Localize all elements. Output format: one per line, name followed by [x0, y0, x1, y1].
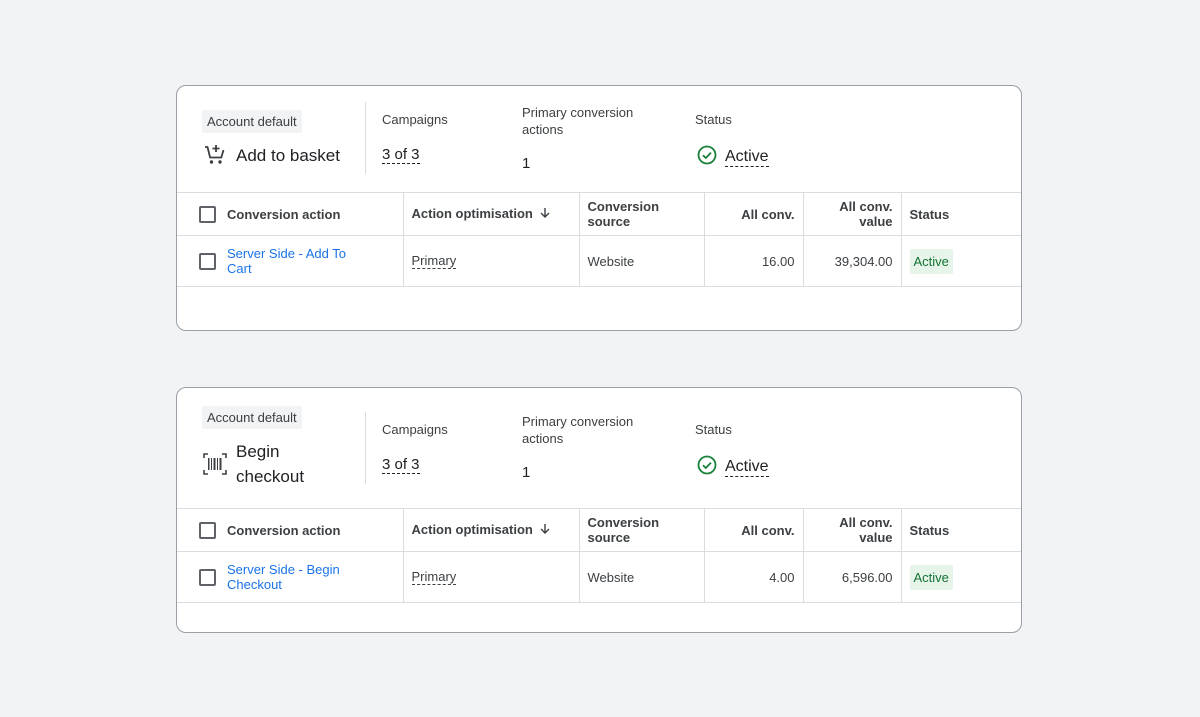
status-label: Status	[695, 112, 732, 127]
check-circle-icon	[697, 145, 717, 169]
check-circle-icon	[697, 455, 717, 479]
optimisation-value[interactable]: Primary	[411, 253, 457, 269]
status-value[interactable]: Active	[697, 455, 769, 479]
add-to-cart-icon	[202, 142, 228, 168]
barcode-scan-icon	[202, 451, 228, 477]
col-status[interactable]: Status	[901, 509, 1021, 552]
campaigns-value-link[interactable]: 3 of 3	[382, 146, 420, 164]
status-cell: Active	[901, 551, 1021, 603]
row-checkbox[interactable]	[199, 252, 216, 270]
col-action-optimisation[interactable]: Action optimisation	[403, 193, 580, 236]
row-select-cell	[177, 235, 219, 287]
col-label: Action optimisation	[411, 205, 533, 221]
table-row: Server Side - Add To Cart Primary Websit…	[177, 235, 1021, 287]
status-badge: Active	[909, 564, 953, 590]
sort-arrow-down-icon	[539, 207, 551, 222]
source-cell: Website	[579, 235, 705, 287]
col-all-conv-value[interactable]: All conv. value	[803, 509, 902, 552]
divider	[365, 102, 366, 174]
col-conversion-action[interactable]: Conversion action	[219, 193, 404, 236]
campaigns-label: Campaigns	[382, 112, 448, 127]
primary-actions-label: Primary conversion actions	[522, 105, 634, 137]
primary-actions-value: 1	[522, 464, 531, 481]
conversion-action-link[interactable]: Server Side - Begin Checkout	[227, 562, 347, 592]
account-default-chip: Account default	[202, 406, 302, 429]
campaigns-label: Campaigns	[382, 422, 448, 437]
conversion-goal-card-begin-checkout: Account default Begin checkout Campaigns…	[176, 387, 1022, 633]
status-text: Active	[725, 147, 769, 167]
status-value[interactable]: Active	[697, 145, 769, 169]
goal-title: Add to basket	[202, 142, 340, 168]
action-cell: Server Side - Begin Checkout	[219, 551, 404, 603]
source-cell: Website	[579, 551, 705, 603]
goal-title: Begin checkout	[202, 439, 316, 489]
primary-actions-label: Primary conversion actions	[522, 414, 634, 446]
goal-summary: Account default Begin checkout Campaigns…	[177, 388, 1021, 509]
col-all-conv[interactable]: All conv.	[704, 193, 804, 236]
optimisation-cell: Primary	[403, 551, 580, 603]
action-cell: Server Side - Add To Cart	[219, 235, 404, 287]
col-action-optimisation[interactable]: Action optimisation	[403, 509, 580, 552]
table-row: Server Side - Begin Checkout Primary Web…	[177, 551, 1021, 603]
optimisation-value[interactable]: Primary	[411, 569, 457, 585]
col-label: Action optimisation	[411, 521, 533, 537]
goal-summary: Account default Add to basket Campaigns …	[177, 86, 1021, 193]
conversion-goal-card-add-to-basket: Account default Add to basket Campaigns …	[176, 85, 1022, 331]
col-all-conv-value[interactable]: All conv. value	[803, 193, 902, 236]
optimisation-cell: Primary	[403, 235, 580, 287]
col-conversion-source[interactable]: Conversion source	[579, 193, 705, 236]
status-cell: Active	[901, 235, 1021, 287]
select-all-cell	[177, 193, 219, 236]
col-status[interactable]: Status	[901, 193, 1021, 236]
all-conv-cell: 16.00	[704, 235, 804, 287]
status-text: Active	[725, 457, 769, 477]
all-conv-value-cell: 6,596.00	[803, 551, 902, 603]
sort-arrow-down-icon	[539, 523, 551, 538]
conversion-actions-table: Conversion action Action optimisation Co…	[177, 193, 1021, 287]
row-checkbox[interactable]	[199, 568, 216, 586]
col-all-conv[interactable]: All conv.	[704, 509, 804, 552]
select-all-checkbox[interactable]	[199, 205, 216, 223]
conversion-actions-table: Conversion action Action optimisation Co…	[177, 509, 1021, 603]
table-header-row: Conversion action Action optimisation Co…	[177, 193, 1021, 236]
all-conv-value-cell: 39,304.00	[803, 235, 902, 287]
divider	[365, 412, 366, 484]
col-conversion-source[interactable]: Conversion source	[579, 509, 705, 552]
table-header-row: Conversion action Action optimisation Co…	[177, 509, 1021, 552]
row-select-cell	[177, 551, 219, 603]
select-all-checkbox[interactable]	[199, 521, 216, 539]
all-conv-cell: 4.00	[704, 551, 804, 603]
goal-name: Add to basket	[236, 145, 340, 165]
status-label: Status	[695, 422, 732, 437]
primary-actions-value: 1	[522, 155, 531, 172]
conversion-action-link[interactable]: Server Side - Add To Cart	[227, 246, 347, 276]
campaigns-value-link[interactable]: 3 of 3	[382, 456, 420, 474]
goal-name: Begin checkout	[236, 442, 305, 486]
col-conversion-action[interactable]: Conversion action	[219, 509, 404, 552]
account-default-chip: Account default	[202, 110, 302, 133]
select-all-cell	[177, 509, 219, 552]
status-badge: Active	[909, 248, 953, 274]
